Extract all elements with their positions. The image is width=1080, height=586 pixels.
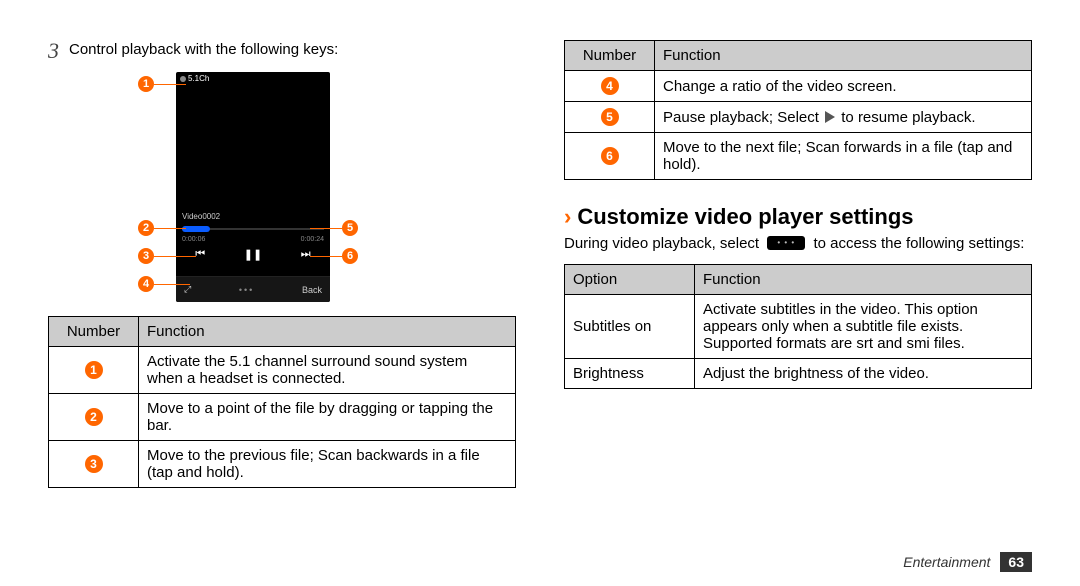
page: 3 Control playback with the following ke… (0, 0, 1080, 522)
th-function: Function (655, 41, 1032, 71)
lead-6 (310, 256, 342, 257)
row-option: Subtitles on (565, 295, 695, 359)
table-row: 3 Move to the previous file; Scan backwa… (49, 441, 516, 488)
callout-4: 4 (138, 276, 154, 292)
number-badge: 2 (85, 408, 103, 426)
ratio-icon: ⤢ (184, 284, 191, 295)
progress-bar (182, 228, 324, 230)
options-table: Option Function Subtitles on Activate su… (564, 264, 1032, 389)
time-elapsed: 0:00:06 (182, 236, 205, 243)
right-top-table: Number Function 4 Change a ratio of the … (564, 40, 1032, 180)
row-number: 4 (565, 71, 655, 102)
callout-1: 1 (138, 76, 154, 92)
row-number: 1 (49, 347, 139, 394)
table-row: 1 Activate the 5.1 channel surround soun… (49, 347, 516, 394)
table-row: 4 Change a ratio of the video screen. (565, 71, 1032, 102)
menu-dots-icon: ••• (239, 285, 254, 295)
lead-5 (310, 228, 342, 229)
para-before: During video playback, select (564, 235, 763, 252)
lead-2 (154, 228, 186, 229)
device-screenshot: 5.1Ch Video0002 0:00:06 0:00:24 ⏮ ❚❚ ⏭ ⤢… (176, 72, 330, 302)
menu-button-icon (767, 236, 805, 250)
row-number: 6 (565, 133, 655, 180)
device-footer: ⤢ ••• Back (176, 276, 330, 302)
chevron-right-icon: › (564, 204, 571, 230)
page-footer: Entertainment 63 (903, 552, 1032, 572)
callout-5: 5 (342, 220, 358, 236)
lead-1 (154, 84, 186, 85)
back-label: Back (302, 285, 322, 295)
th-function: Function (139, 317, 516, 347)
row-function: Activate the 5.1 channel surround sound … (139, 347, 516, 394)
row-number: 2 (49, 394, 139, 441)
right-column: Number Function 4 Change a ratio of the … (564, 40, 1032, 502)
speaker-icon (180, 76, 186, 82)
row-function: Move to the next file; Scan forwards in … (655, 133, 1032, 180)
next-icon: ⏭ (301, 248, 311, 261)
device-topbar: 5.1Ch (180, 74, 209, 83)
row-function: Change a ratio of the video screen. (655, 71, 1032, 102)
section-title: Customize video player settings (577, 204, 913, 230)
section-heading: › Customize video player settings (564, 204, 1032, 230)
number-badge: 3 (85, 455, 103, 473)
row-function: Adjust the brightness of the video. (695, 359, 1032, 389)
row-function: Pause playback; Select to resume playbac… (655, 102, 1032, 133)
number-badge: 6 (601, 147, 619, 165)
text-before: Pause playback; Select (663, 109, 823, 126)
table-header-row: Option Function (565, 265, 1032, 295)
th-number: Number (565, 41, 655, 71)
number-badge: 1 (85, 361, 103, 379)
table-header-row: Number Function (49, 317, 516, 347)
callout-3: 3 (138, 248, 154, 264)
th-function: Function (695, 265, 1032, 295)
para-after: to access the following settings: (809, 235, 1024, 252)
number-badge: 5 (601, 108, 619, 126)
callout-6: 6 (342, 248, 358, 264)
play-icon (825, 111, 835, 123)
video-title: Video0002 (182, 212, 220, 221)
step-line: 3 Control playback with the following ke… (48, 40, 516, 62)
text-after: to resume playback. (837, 109, 975, 126)
left-table: Number Function 1 Activate the 5.1 chann… (48, 316, 516, 488)
row-function: Move to a point of the file by dragging … (139, 394, 516, 441)
audio-badge: 5.1Ch (188, 74, 209, 83)
prev-icon: ⏮ (195, 248, 205, 261)
left-column: 3 Control playback with the following ke… (48, 40, 516, 502)
th-option: Option (565, 265, 695, 295)
step-text: Control playback with the following keys… (69, 40, 338, 60)
row-function: Activate subtitles in the video. This op… (695, 295, 1032, 359)
table-header-row: Number Function (565, 41, 1032, 71)
row-number: 3 (49, 441, 139, 488)
table-row: 6 Move to the next file; Scan forwards i… (565, 133, 1032, 180)
footer-page-number: 63 (1000, 552, 1032, 572)
row-option: Brightness (565, 359, 695, 389)
device-figure: 5.1Ch Video0002 0:00:06 0:00:24 ⏮ ❚❚ ⏭ ⤢… (128, 72, 378, 302)
table-row: 5 Pause playback; Select to resume playb… (565, 102, 1032, 133)
table-row: Subtitles on Activate subtitles in the v… (565, 295, 1032, 359)
time-row: 0:00:06 0:00:24 (182, 236, 324, 243)
footer-category: Entertainment (903, 554, 990, 570)
step-number: 3 (48, 40, 59, 62)
lead-4 (154, 284, 190, 285)
th-number: Number (49, 317, 139, 347)
row-function: Move to the previous file; Scan backward… (139, 441, 516, 488)
table-row: Brightness Adjust the brightness of the … (565, 359, 1032, 389)
row-number: 5 (565, 102, 655, 133)
number-badge: 4 (601, 77, 619, 95)
table-row: 2 Move to a point of the file by draggin… (49, 394, 516, 441)
callout-2: 2 (138, 220, 154, 236)
lead-3 (154, 256, 196, 257)
section-paragraph: During video playback, select to access … (564, 234, 1032, 254)
playback-controls: ⏮ ❚❚ ⏭ (176, 248, 330, 261)
time-total: 0:00:24 (301, 236, 324, 243)
pause-icon: ❚❚ (244, 248, 262, 261)
